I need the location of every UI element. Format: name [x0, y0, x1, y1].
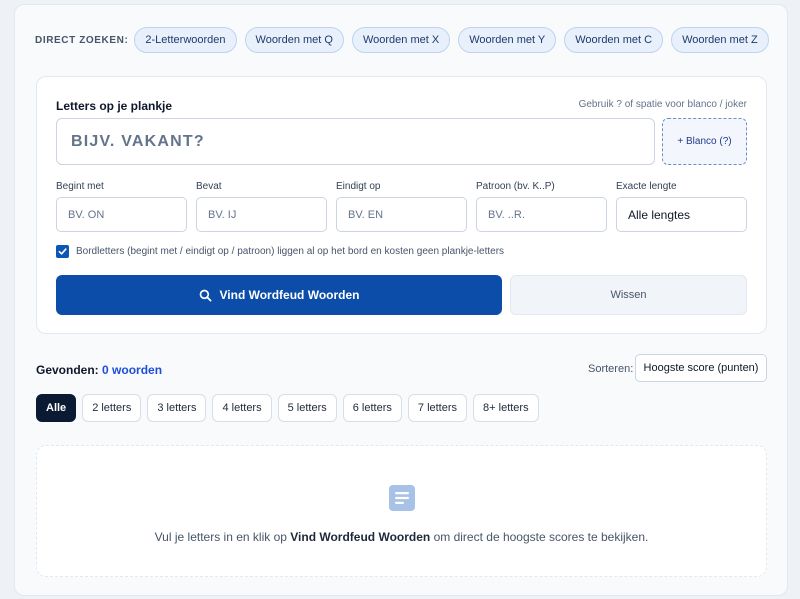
contains-label: Bevat [196, 181, 222, 192]
pattern-label: Patroon (bv. K..P) [476, 181, 555, 192]
contains-input[interactable]: BV. IJ [196, 197, 327, 232]
letters-hint: Gebruik ? of spatie voor blanco / joker [578, 99, 747, 110]
filter-3-letters[interactable]: 3 letters [147, 394, 207, 422]
empty-message: Vul je letters in en klik op Vind Wordfe… [37, 530, 766, 544]
ends-with-label: Eindigt op [336, 181, 381, 192]
length-label: Exacte lengte [616, 181, 677, 192]
letters-label: Letters op je plankje [56, 99, 173, 113]
document-icon [389, 485, 415, 511]
search-card: Letters op je plankje Gebruik ? of spati… [36, 76, 767, 334]
starts-with-input[interactable]: BV. ON [56, 197, 187, 232]
empty-message-start: Vul je letters in en klik op [154, 530, 291, 544]
sort-label: Sorteren: [588, 363, 634, 375]
empty-state: Vul je letters in en klik op Vind Wordfe… [36, 445, 767, 577]
search-button[interactable]: Vind Wordfeud Woorden [56, 275, 502, 315]
quick-chip-c[interactable]: Woorden met C [564, 27, 664, 53]
quick-search-label: DIRECT ZOEKEN: [35, 34, 129, 46]
page: DIRECT ZOEKEN: 2-Letterwoorden Woorden m… [14, 4, 788, 596]
quick-search-bar: DIRECT ZOEKEN: 2-Letterwoorden Woorden m… [35, 27, 777, 53]
filter-8-plus-letters[interactable]: 8+ letters [473, 394, 539, 422]
filter-7-letters[interactable]: 7 letters [407, 394, 468, 422]
filter-6-letters[interactable]: 6 letters [342, 394, 402, 422]
starts-with-label: Begint met [56, 181, 104, 192]
search-icon [199, 289, 212, 302]
empty-message-end: om direct de hoogste scores te bekijken. [430, 530, 649, 544]
empty-message-bold: Vind Wordfeud Woorden [290, 530, 431, 544]
filter-5-letters[interactable]: 5 letters [277, 394, 337, 422]
filter-2-letters[interactable]: 2 letters [82, 394, 142, 422]
letters-input[interactable]: BIJV. VAKANT? [56, 118, 655, 165]
filter-4-letters[interactable]: 4 letters [212, 394, 272, 422]
quick-chip-x[interactable]: Woorden met X [351, 27, 451, 53]
board-letters-row: Bordletters (begint met / eindigt op / p… [56, 245, 504, 258]
quick-chip-q[interactable]: Woorden met Q [244, 27, 344, 53]
quick-chip-2-letter[interactable]: 2-Letterwoorden [134, 27, 237, 53]
board-letters-label: Bordletters (begint met / eindigt op / p… [76, 246, 505, 257]
found-count: 0 woorden [102, 363, 163, 377]
check-icon [58, 248, 67, 255]
blank-button[interactable]: + Blanco (?) [662, 118, 747, 165]
board-letters-checkbox[interactable] [56, 245, 69, 258]
found-label: Gevonden: [36, 363, 99, 377]
filter-all[interactable]: Alle [36, 394, 77, 422]
found-summary: Gevonden: 0 woorden [36, 363, 162, 377]
ends-with-input[interactable]: BV. EN [336, 197, 467, 232]
sort-select[interactable]: Hoogste score (punten) [635, 354, 767, 382]
length-filters: Alle 2 letters 3 letters 4 letters 5 let… [36, 394, 545, 422]
quick-chip-z[interactable]: Woorden met Z [671, 27, 769, 53]
quick-chip-y[interactable]: Woorden met Y [458, 27, 557, 53]
clear-button[interactable]: Wissen [510, 275, 747, 315]
length-select[interactable]: Alle lengtes [616, 197, 747, 232]
pattern-input[interactable]: BV. ..R. [476, 197, 607, 232]
search-button-label: Vind Wordfeud Woorden [219, 288, 360, 302]
